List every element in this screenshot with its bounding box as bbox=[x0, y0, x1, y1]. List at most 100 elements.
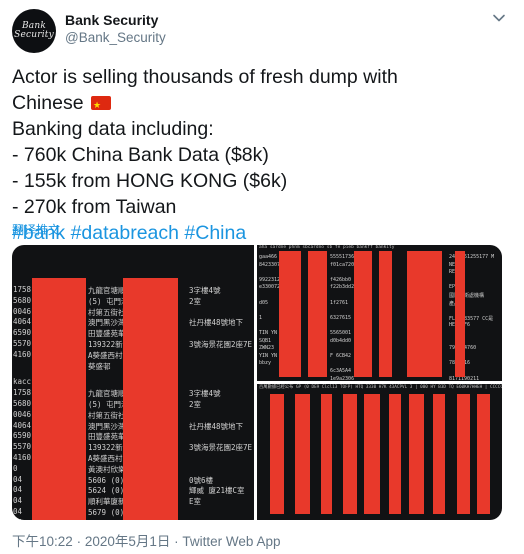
dump-row-prefix: 1758 bbox=[13, 388, 32, 398]
redaction-block bbox=[477, 394, 490, 514]
dump-row-prefix: 04 bbox=[13, 474, 23, 484]
hashtag-china[interactable]: #China bbox=[184, 222, 246, 244]
dump-row-address: 九龍官塘順 bbox=[88, 389, 126, 399]
handle[interactable]: @Bank_Security bbox=[65, 30, 166, 45]
dump-row-address: 村第五街社 bbox=[88, 307, 126, 317]
dump-row-prefix: 0046 bbox=[13, 409, 32, 419]
redaction-block bbox=[308, 251, 327, 377]
dump-row-id: 1 bbox=[259, 314, 263, 321]
dump-row-code: f426bb0 bbox=[330, 276, 352, 283]
redaction-block bbox=[270, 394, 284, 514]
dump-row-code: 6327615 bbox=[330, 314, 352, 321]
dump-row-address: 澳門黑沙灣 bbox=[88, 318, 126, 328]
dump-row-address: A葵盛西村 bbox=[88, 350, 123, 360]
tweet-date[interactable]: 2020年5月1日 bbox=[85, 534, 171, 549]
tweet-line-3: Banking data including: bbox=[12, 118, 214, 140]
media-photo-1[interactable]: 1758 九龍官塘順 3字樓4號 5680 (5) 屯門滿 2室 0046 村第五街社 4064… bbox=[12, 245, 254, 520]
redaction-block bbox=[343, 394, 357, 514]
media-photo-2[interactable]: aha sardne phnm sbcardno sb fe pieb bank… bbox=[257, 245, 502, 381]
dump-row-address: 村第五街社 bbox=[88, 410, 126, 420]
avatar[interactable]: Bank Security bbox=[12, 9, 56, 53]
display-name[interactable]: Bank Security bbox=[65, 12, 166, 28]
redaction-block bbox=[321, 394, 332, 514]
dump-row-address-end: 3號海景花園2座7E bbox=[189, 443, 253, 453]
tweet-time[interactable]: 下午10:22 bbox=[12, 534, 73, 549]
tweet-footer: 下午10:22 · 2020年5月1日 · Twitter Web App bbox=[12, 530, 280, 550]
tweet-line-4: - 760k China Bank Data ($8k) bbox=[12, 144, 269, 166]
dump-row-prefix: 6590 bbox=[13, 328, 32, 338]
dump-row-address-end: Po Ming Crt., 將軍 bbox=[189, 518, 254, 520]
dump-row-prefix: kacc bbox=[13, 377, 32, 387]
redaction-block bbox=[433, 394, 445, 514]
dump-row-address: 九龍官塘順 bbox=[88, 286, 126, 295]
hashtag-line: #bank #databreach #China bbox=[12, 220, 512, 246]
dump-row-address: 澳門黑沙灣 bbox=[88, 421, 126, 431]
redaction-block bbox=[123, 278, 178, 520]
redaction-block bbox=[354, 251, 372, 377]
dump-row-address-end: 3字樓4號 bbox=[189, 389, 221, 399]
dump-row-id: 8423307 bbox=[259, 261, 281, 268]
tweet-line-6: - 270k from Taiwan bbox=[12, 196, 177, 218]
chevron-down-icon[interactable] bbox=[492, 11, 506, 25]
dump-row-address-end: 0號6樓 bbox=[189, 475, 214, 485]
tweet-line-2-text: Chinese bbox=[12, 92, 84, 114]
dump-row-code: 5565001 bbox=[330, 330, 352, 336]
dump-row-code: F 6CB42 bbox=[330, 352, 352, 359]
dump-header-row: 百萬數據已經公布 GP (0 DE9 Clcl13 TOFP) HTQ 3330… bbox=[259, 385, 502, 390]
tweet-line-5: - 155k from HONG KONG ($6k) bbox=[12, 170, 288, 192]
client-link[interactable]: Twitter Web App bbox=[182, 534, 280, 549]
dump-row-id: TIN YN bbox=[259, 330, 278, 336]
dump-row-address-end: 輝威 廈21樓C室 bbox=[189, 486, 245, 496]
media-grid: 1758 九龍官塘順 3字樓4號 5680 (5) 屯門滿 2室 0046 村第五街社 4064… bbox=[12, 245, 502, 520]
dump-row-address: 田豐盛苑華 bbox=[88, 329, 126, 339]
dump-row-code: 1f2761 bbox=[330, 299, 349, 306]
dump-row-prefix: 0 bbox=[13, 463, 18, 473]
dump-row-id: SQB1 bbox=[259, 337, 272, 344]
dump-row-address-end: 3字樓4號 bbox=[189, 286, 221, 295]
redaction-block bbox=[32, 278, 86, 520]
dump-row-code: 1e9a2306 bbox=[330, 375, 355, 381]
dump-row-id: e330072 bbox=[259, 284, 281, 291]
dump-row-id: d05 bbox=[259, 299, 269, 306]
dump-row-code: 55551736 bbox=[330, 254, 355, 260]
avatar-logo-text: Bank Security bbox=[14, 21, 54, 40]
dump-row-prefix: 5680 bbox=[13, 399, 32, 408]
dump-row-prefix: 5570 bbox=[13, 442, 32, 452]
redaction-block bbox=[279, 251, 301, 377]
dump-row-address-end: 2室 bbox=[189, 400, 202, 409]
redaction-block bbox=[379, 251, 392, 377]
footer-separator-1: · bbox=[76, 534, 82, 549]
dump-row-address-end: E室 bbox=[189, 497, 202, 507]
dump-row-prefix: 0046 bbox=[13, 306, 32, 316]
redaction-block bbox=[457, 394, 470, 514]
dump-row-address-end: 3號海景花園2座7E bbox=[189, 340, 253, 349]
dump-row-prefix: 5570 bbox=[13, 339, 32, 348]
redaction-block bbox=[364, 394, 380, 514]
dump-row-id: ZWN23 bbox=[259, 345, 275, 352]
translate-tweet-link[interactable]: 翻译推文 bbox=[12, 221, 60, 238]
media-photo-3[interactable]: 百萬數據已經公布 GP (0 DE9 Clcl13 TOFP) HTQ 3330… bbox=[257, 384, 502, 520]
dump-header-row: aha sardne phnm sbcardno sb fe pieb bank… bbox=[259, 245, 395, 250]
dump-row-address-end: 2室 bbox=[189, 296, 202, 306]
dump-row-prefix: 04 bbox=[13, 485, 23, 495]
dump-row-address-end: 社丹樓48號地下 bbox=[189, 421, 244, 431]
dump-row-prefix: 4064 bbox=[13, 420, 32, 430]
footer-separator-2: · bbox=[174, 534, 179, 549]
dump-row-prefix: 5680 bbox=[13, 295, 32, 305]
tweet-line-1: Actor is selling thousands of fresh dump… bbox=[12, 66, 398, 88]
tweet-line-2: Chinese bbox=[12, 90, 512, 119]
china-flag-icon bbox=[90, 93, 111, 119]
tweet-header: Bank Security Bank Security @Bank_Securit… bbox=[12, 9, 512, 53]
redaction-block bbox=[295, 394, 310, 514]
redaction-block bbox=[389, 394, 401, 514]
redaction-block bbox=[455, 251, 465, 377]
redaction-block bbox=[409, 394, 424, 514]
dump-row-id: YIN YN bbox=[259, 352, 278, 359]
dump-row-prefix: 04 bbox=[13, 518, 22, 520]
dump-row-prefix: 4160 bbox=[13, 453, 32, 462]
dump-row-code: 6c3A5A4 bbox=[330, 368, 352, 374]
hashtag-databreach[interactable]: #databreach bbox=[71, 222, 179, 244]
dump-row-prefix: 4160 bbox=[13, 349, 32, 359]
dump-row-prefix: 04 bbox=[13, 507, 23, 516]
dump-row-address-end: 社丹樓48號地下 bbox=[189, 318, 244, 328]
